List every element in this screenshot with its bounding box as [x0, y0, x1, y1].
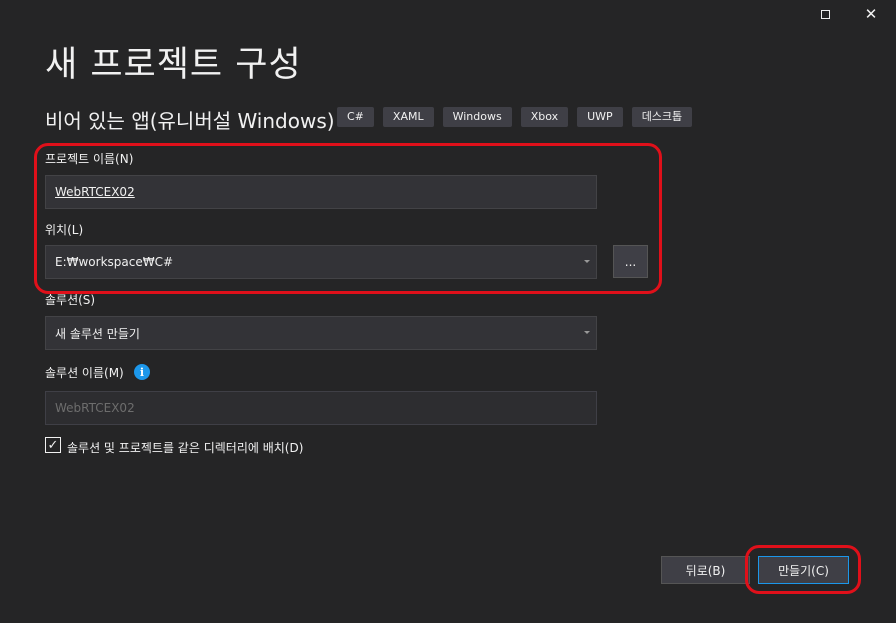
- tag: Windows: [442, 107, 512, 127]
- info-icon[interactable]: i: [134, 364, 150, 380]
- chevron-down-icon: [584, 260, 590, 263]
- checkmark-icon: ✓: [47, 437, 59, 453]
- location-dropdown[interactable]: E:₩workspace₩C#: [45, 245, 597, 279]
- chevron-down-icon: [584, 331, 590, 334]
- solution-name-label: 솔루션 이름(M): [45, 366, 124, 380]
- location-label: 위치(L): [45, 223, 84, 237]
- back-button[interactable]: 뒤로(B): [661, 556, 750, 584]
- maximize-button[interactable]: [802, 0, 848, 28]
- same-directory-checkbox[interactable]: ✓: [45, 437, 61, 453]
- project-name-label: 프로젝트 이름(N): [45, 152, 134, 166]
- solution-label: 솔루션(S): [45, 293, 96, 307]
- tag: Xbox: [520, 107, 569, 127]
- tag: C#: [337, 107, 374, 127]
- solution-dropdown[interactable]: 새 솔루션 만들기: [45, 316, 597, 350]
- page-title: 새 프로젝트 구성: [45, 45, 302, 85]
- tag: 데스크톱: [631, 107, 693, 127]
- solution-value: 새 솔루션 만들기: [55, 326, 140, 341]
- close-button[interactable]: ✕: [848, 0, 894, 28]
- template-name: 비어 있는 앱(유니버설 Windows): [45, 109, 335, 133]
- location-value: E:₩workspace₩C#: [55, 255, 174, 269]
- close-icon: ✕: [864, 4, 878, 23]
- tag: XAML: [382, 107, 434, 127]
- maximize-icon: [820, 9, 830, 19]
- tag: UWP: [577, 107, 623, 127]
- solution-name-value: WebRTCEX02: [55, 401, 135, 415]
- project-name-input[interactable]: WebRTCEX02: [45, 175, 597, 209]
- same-directory-label[interactable]: 솔루션 및 프로젝트를 같은 디렉터리에 배치(D): [67, 439, 303, 456]
- template-tags: C# XAML Windows Xbox UWP 데스크톱: [337, 107, 693, 127]
- browse-button[interactable]: ...: [613, 245, 648, 278]
- project-name-value: WebRTCEX02: [55, 185, 135, 199]
- solution-name-input: WebRTCEX02: [45, 391, 597, 425]
- create-button[interactable]: 만들기(C): [758, 556, 849, 584]
